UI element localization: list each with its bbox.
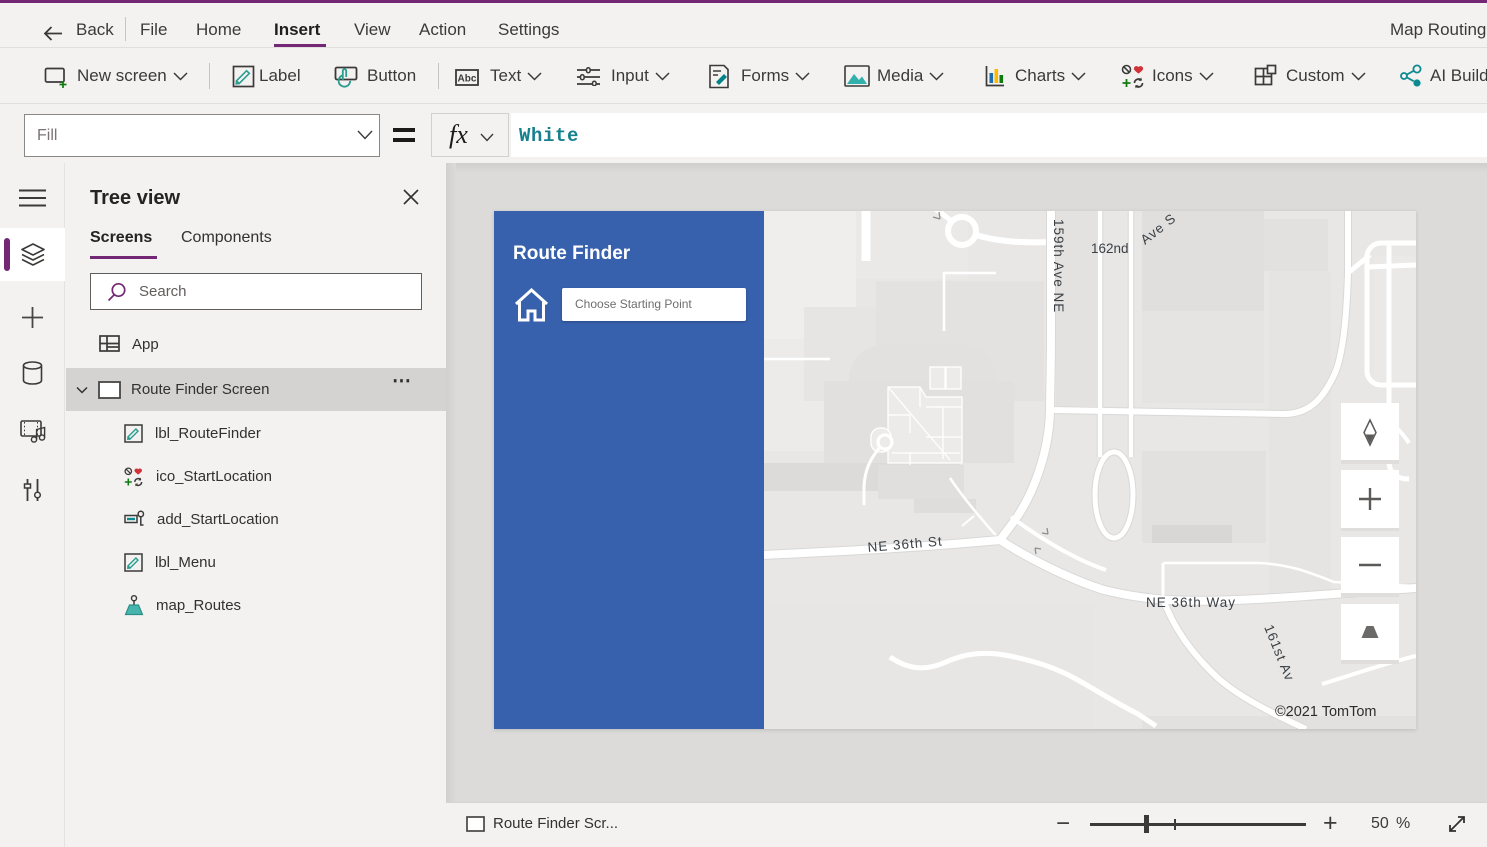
svg-text:NE 36th Way: NE 36th Way xyxy=(1146,595,1236,610)
svg-text:162nd: 162nd xyxy=(1091,241,1129,256)
svg-text:©2021 TomTom: ©2021 TomTom xyxy=(1275,704,1377,720)
svg-text:159th Ave NE: 159th Ave NE xyxy=(1051,219,1066,313)
svg-text:Abc: Abc xyxy=(458,73,477,84)
